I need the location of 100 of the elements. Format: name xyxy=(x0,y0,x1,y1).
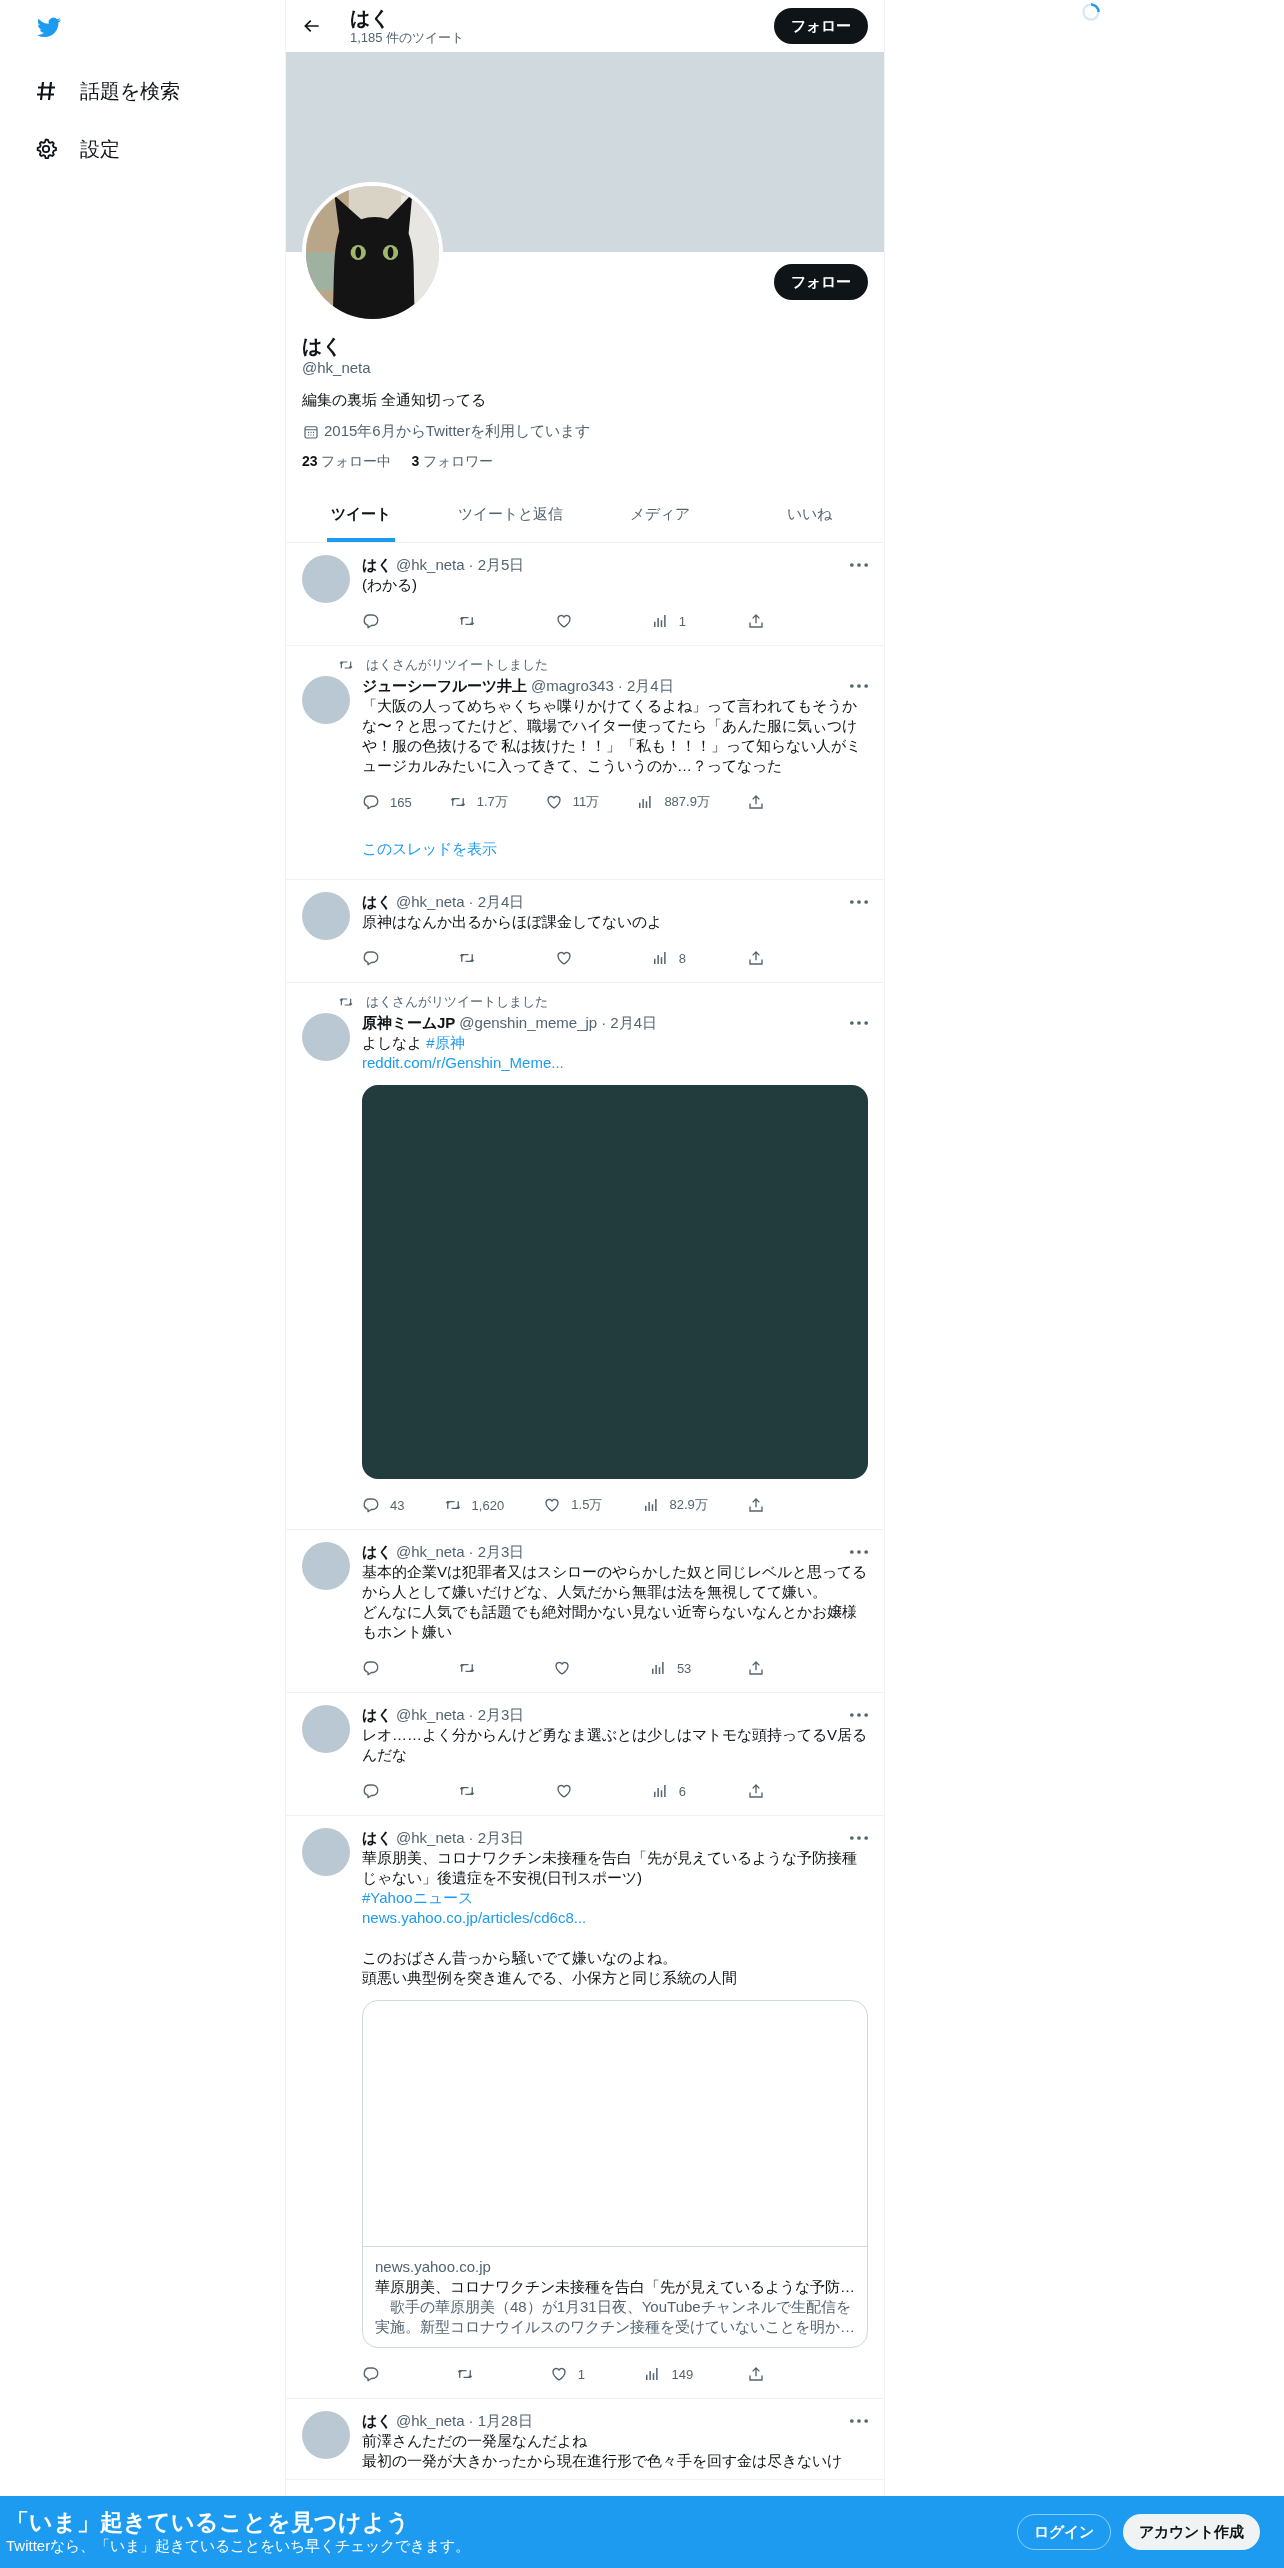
profile-tab[interactable]: ツイートと返信 xyxy=(435,489,585,542)
heart-icon xyxy=(554,949,573,967)
tweet-text: 華原朋美、コロナワクチン未接種を告白「先が見えているような予防接種じゃない」後遺症を不安視(日刊スポーツ) xyxy=(362,1848,858,1888)
more-icon xyxy=(850,1021,868,1025)
profile-tab[interactable]: いいね xyxy=(734,489,884,542)
author-name: はく xyxy=(362,892,392,912)
avatar xyxy=(302,2411,350,2459)
share-icon xyxy=(746,1496,765,1514)
tweet-text: どんなに人気でも話題でも絶対聞かない見ない近寄らないなんとかお嬢様もホント嫌い xyxy=(362,1602,858,1642)
tweet-text: 基本的企業Vは犯罪者又はスシローのやらかした奴と同じレベルと思ってるから人として嫌いだけどな、人気だから無罪は法を無視してて嫌い。 xyxy=(362,1562,868,1602)
retweet-notice: はくさんがリツイートしました xyxy=(366,993,548,1011)
action-count: 887.9万 xyxy=(664,793,710,811)
hashtag-icon xyxy=(34,79,58,103)
action-count: 43 xyxy=(390,1497,405,1513)
join-date: 2015年6月からTwitterを利用しています xyxy=(324,422,590,441)
avatar xyxy=(302,892,350,940)
action-count: 6 xyxy=(678,1783,686,1799)
heart-icon xyxy=(543,1496,562,1514)
action-count: 1.7万 xyxy=(476,793,508,811)
heart-icon xyxy=(544,793,563,811)
tweet-text: このおばさん昔っから騒いでて嫌いなのよね。 xyxy=(362,1948,678,1968)
tweet-date: · 2月4日 xyxy=(468,892,525,912)
action-count: 53 xyxy=(676,1660,692,1676)
action-count: 1 xyxy=(577,2366,585,2382)
avatar xyxy=(302,555,350,603)
follow-button[interactable]: フォロー xyxy=(774,264,868,300)
tweet-text: 頭悪い典型例を突き進んでる、小保方と同じ系統の人間 xyxy=(362,1968,738,1988)
tweet-date: · 2月3日 xyxy=(468,1828,525,1848)
tweet-text: 「大阪の人ってめちゃくちゃ喋りかけてくるよね」って言われてもそうかな〜？と思ってたけど、職場でハイター使ってたら「あんた服に気ぃつけや！服の色抜けるで 私は抜けた！！」「私も！！！」って知らない人がミュージカルみたいに入ってきて、こういうのか…？ってなった xyxy=(362,696,863,776)
tweet-text: レオ……よく分からんけど勇なま選ぶとは少しはマトモな頭持ってるV居るんだな xyxy=(362,1725,868,1765)
tweet-text: よしなよ #原神 xyxy=(362,1033,466,1053)
action-count: 149 xyxy=(671,2366,694,2382)
speech-bubble-icon xyxy=(362,793,380,811)
author-handle: @hk_neta xyxy=(396,555,465,575)
action-count: 8 xyxy=(678,950,686,966)
more-icon xyxy=(850,1550,868,1554)
follow-button[interactable]: フォロー xyxy=(774,8,868,44)
tweet-date: · 2月3日 xyxy=(468,1705,525,1725)
speech-bubble-icon xyxy=(362,2365,380,2383)
speech-bubble-icon xyxy=(362,612,380,630)
card-description: 歌手の華原朋美（48）が1月31日夜、YouTubeチャンネルで生配信を実施。新型コロナウイルスのワクチン接種を受けていないことを明か… xyxy=(375,2297,855,2337)
profile-tab[interactable]: ツイート xyxy=(286,489,436,542)
speech-bubble-icon xyxy=(362,1496,380,1514)
author-name: はく xyxy=(362,1828,392,1848)
follow-count-link[interactable]: 3 フォロワー xyxy=(411,453,494,471)
avatar xyxy=(302,676,350,724)
avatar xyxy=(302,1542,350,1590)
share-icon xyxy=(747,612,765,630)
retweet-notice: はくさんがリツイートしました xyxy=(366,656,548,674)
nav-link[interactable]: 話題を検索 xyxy=(34,62,180,120)
profile-name: はく xyxy=(302,334,343,358)
profile-bio: 編集の裏垢 全通知切ってる xyxy=(302,390,488,410)
speech-bubble-icon xyxy=(362,1659,380,1677)
signup-button[interactable]: アカウント作成 xyxy=(1123,2514,1260,2550)
author-handle: @hk_neta xyxy=(396,1542,465,1562)
author-name: はく xyxy=(362,1705,392,1725)
tweet-text: 原神はなんか出るからほぼ課金してないのよ xyxy=(362,912,663,932)
more-icon xyxy=(850,1713,868,1717)
tweet-count: 1,185 件のツイート xyxy=(350,30,465,46)
more-icon xyxy=(850,900,868,904)
speech-bubble-icon xyxy=(362,1782,380,1800)
author-name: 原神ミームJP xyxy=(362,1013,456,1033)
share-icon xyxy=(747,1782,765,1800)
author-handle: @hk_neta xyxy=(396,1705,465,1725)
author-name: はく xyxy=(362,2411,392,2431)
action-count: 1.5万 xyxy=(571,1496,603,1514)
action-count: 1 xyxy=(678,613,686,629)
heart-icon xyxy=(554,612,573,630)
banner-title: 「いま」起きていることを見つけよう xyxy=(6,2508,411,2536)
tweet-date: · 1月28日 xyxy=(468,2411,533,2431)
banner-subtitle: Twitterなら、「いま」起きていることをいち早くチェックできます。 xyxy=(6,2536,471,2556)
author-handle: @hk_neta xyxy=(396,892,465,912)
share-icon xyxy=(746,793,765,811)
more-icon xyxy=(850,563,868,567)
nav-link[interactable]: 設定 xyxy=(34,120,120,178)
profile-tab[interactable]: メディア xyxy=(585,489,735,542)
author-name: ジューシーフルーツ井上 xyxy=(362,676,527,696)
tweet-text: 最初の一発が大きかったから現在進行形で色々手を回す金は尽きないけ xyxy=(362,2451,843,2471)
speech-bubble-icon xyxy=(362,949,380,967)
tweet-text: 前澤さんただの一発屋なんだよね xyxy=(362,2431,588,2451)
heart-icon xyxy=(553,1659,572,1677)
settings-icon xyxy=(34,137,58,161)
author-handle: @hk_neta xyxy=(396,1828,465,1848)
tweet-date: · 2月4日 xyxy=(617,676,674,696)
link-card[interactable]: news.yahoo.co.jp 華原朋美、コロナワクチン未接種を告白「先が見えているような予防… 歌手の華原朋美（48）が1月31日夜、YouTubeチャンネルで生配信を実施。新型コロナウイルスのワクチン接種を受けていないことを明か… xyxy=(362,2000,868,2348)
more-icon xyxy=(850,684,868,688)
card-title: 華原朋美、コロナワクチン未接種を告白「先が見えているような予防… xyxy=(375,2277,855,2297)
follow-count-link[interactable]: 23 フォロー中 xyxy=(302,453,392,471)
loading-spinner-icon xyxy=(1081,2,1101,22)
tweet-date: · 2月4日 xyxy=(601,1013,658,1033)
author-handle: @genshin_meme_jp xyxy=(459,1013,598,1033)
action-count: 165 xyxy=(390,794,412,810)
avatar xyxy=(302,1705,350,1753)
card-domain: news.yahoo.co.jp xyxy=(375,2257,492,2277)
heart-icon xyxy=(554,1782,573,1800)
heart-icon xyxy=(549,2365,568,2383)
tweet-text: (わかる) xyxy=(362,575,418,595)
share-icon xyxy=(747,949,765,967)
share-icon xyxy=(746,1659,765,1677)
avatar xyxy=(302,1013,350,1061)
